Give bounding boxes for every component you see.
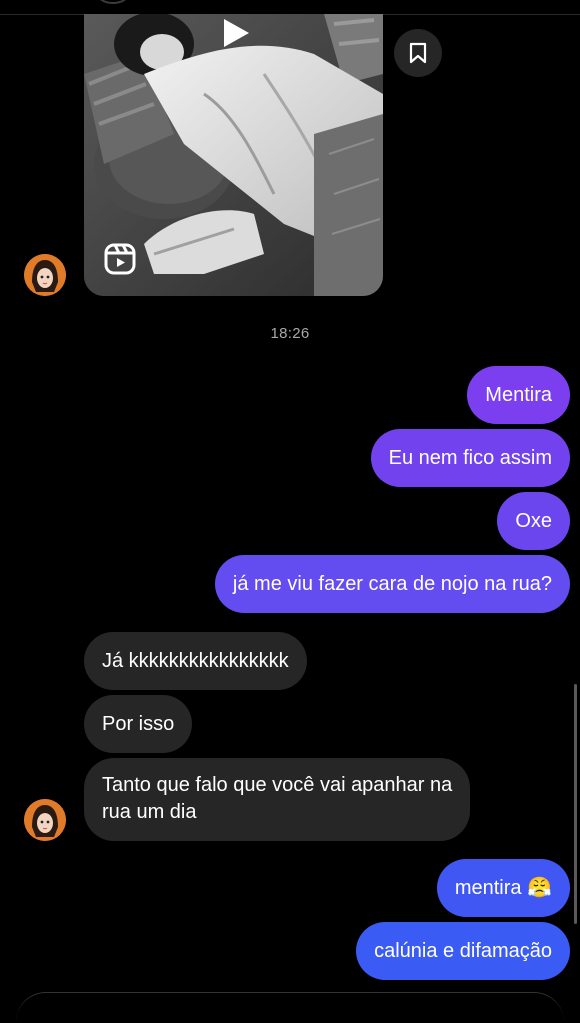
outgoing-message[interactable]: Eu nem fico assim	[370, 429, 570, 487]
outgoing-message[interactable]: calúnia e difamação	[356, 922, 570, 980]
outgoing-message[interactable]: Mentira	[467, 366, 570, 424]
message-text: Por isso	[102, 713, 175, 735]
header-divider	[0, 0, 580, 15]
incoming-message[interactable]: Por isso	[84, 695, 193, 753]
outgoing-message[interactable]: Oxe	[497, 492, 570, 550]
message-text: já me viu fazer cara de nojo na rua?	[232, 573, 552, 595]
message-timestamp: 18:26	[270, 325, 310, 342]
message-text: Eu nem fico assim	[388, 447, 552, 469]
message-text: Mentira	[485, 384, 552, 406]
play-icon[interactable]	[218, 16, 252, 50]
incoming-message[interactable]: Já kkkkkkkkkkkkkkkk	[84, 632, 307, 690]
message-text-line: rua um dia	[102, 801, 197, 823]
message-text: Oxe	[515, 510, 552, 532]
avatar[interactable]	[24, 799, 66, 841]
outgoing-message[interactable]: mentira 😤	[436, 859, 570, 917]
message-text: Já kkkkkkkkkkkkkkkk	[102, 650, 289, 672]
avatar[interactable]	[24, 254, 66, 296]
message-text-line: Tanto que falo que você vai apanhar na	[102, 774, 453, 796]
bookmark-icon	[409, 42, 427, 64]
message-text: calúnia e difamação	[374, 940, 552, 962]
bookmark-button[interactable]	[394, 29, 442, 77]
composer-edge	[16, 992, 564, 1023]
reels-icon	[104, 243, 136, 275]
incoming-message[interactable]: Tanto que falo que você vai apanhar na r…	[84, 758, 471, 841]
scrollbar[interactable]	[574, 684, 577, 924]
message-text: mentira 😤	[454, 877, 552, 899]
outgoing-message[interactable]: já me viu fazer cara de nojo na rua?	[214, 555, 570, 613]
